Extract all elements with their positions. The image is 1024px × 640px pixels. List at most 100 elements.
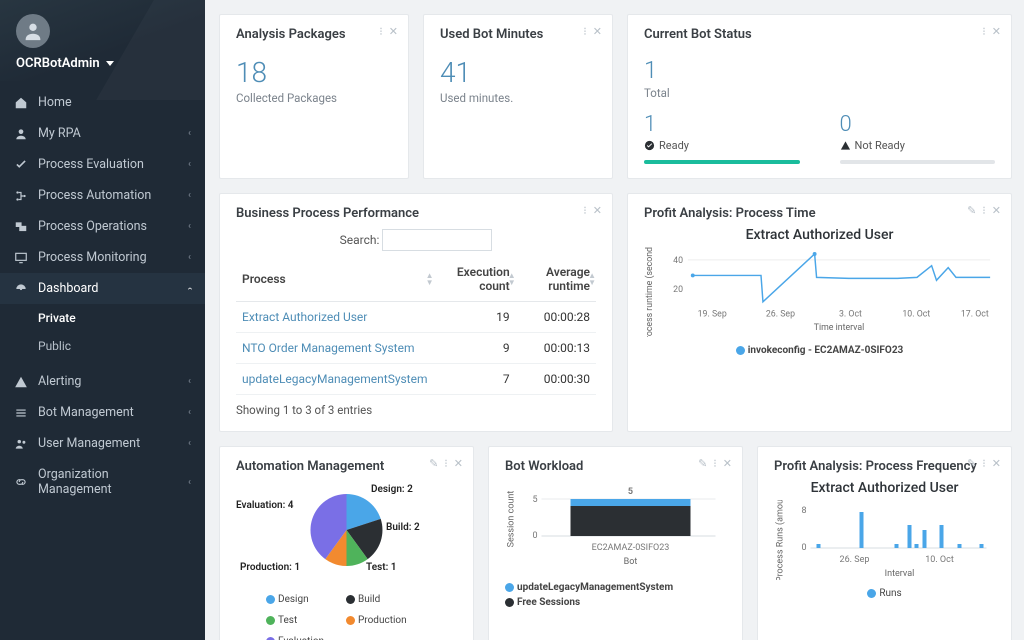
drag-icon[interactable]: ⁝: [982, 204, 986, 217]
pie-label-evaluation: Evaluation: 4: [236, 500, 294, 511]
chevron-left-icon: ‹: [188, 438, 191, 449]
user-icon: [22, 20, 44, 42]
chart-title: Extract Authorized User: [774, 480, 995, 496]
warning-icon: [840, 140, 851, 151]
svg-text:3. Oct: 3. Oct: [839, 309, 862, 319]
nav-alerting[interactable]: Alerting‹: [0, 366, 205, 397]
nav-process-operations[interactable]: Process Operations ‹: [0, 211, 205, 242]
close-icon[interactable]: ✕: [593, 25, 602, 38]
col-process[interactable]: Process▲▼: [236, 257, 434, 302]
user-menu[interactable]: OCRBotAdmin: [16, 56, 189, 71]
svg-text:Process Runs (amount): Process Runs (amount): [775, 500, 786, 580]
panel-title: Business Process Performance: [236, 206, 596, 221]
chevron-left-icon: ‹: [188, 128, 191, 139]
nav-process-automation[interactable]: Process Automation‹: [0, 180, 205, 211]
panel-bot-workload: ✎⁝✕ Bot Workload Session count 5 0 5 EC2…: [488, 446, 743, 640]
nav-label: Process Monitoring: [38, 250, 147, 265]
svg-text:19. Sep: 19. Sep: [698, 309, 727, 319]
drag-icon[interactable]: ⁝: [379, 25, 383, 38]
panel-profit-analysis-process-time: ✎⁝✕ Profit Analysis: Process Time Extrac…: [627, 193, 1012, 432]
svg-text:40: 40: [673, 256, 683, 266]
panel-title: Current Bot Status: [644, 27, 995, 42]
pie-label-test: Test: 1: [366, 562, 397, 573]
nav-organization-management[interactable]: Organization Management‹: [0, 459, 205, 505]
drag-icon[interactable]: ⁝: [982, 457, 986, 470]
svg-text:5: 5: [628, 487, 633, 497]
close-icon[interactable]: ✕: [992, 25, 1001, 38]
close-icon[interactable]: ✕: [992, 457, 1001, 470]
subnav-private[interactable]: Private: [0, 304, 205, 332]
link-icon: [14, 475, 28, 489]
wrench-icon[interactable]: ✎: [967, 204, 976, 217]
check-circle-icon: [644, 140, 655, 151]
cell-avg: 00:00:30: [516, 364, 596, 395]
panel-title: Profit Analysis: Process Time: [644, 206, 995, 221]
cell-exec: 7: [434, 364, 516, 395]
chevron-left-icon: ‹: [188, 221, 191, 232]
drag-icon[interactable]: ⁝: [713, 457, 717, 470]
chevron-left-icon: ‹: [188, 252, 191, 263]
dashboard-subnav: Private Public: [0, 304, 205, 360]
nav-user-management[interactable]: User Management‹: [0, 428, 205, 459]
sort-icon: ▲▼: [508, 272, 516, 286]
chart-legend: updateLegacyManagementSystem: [505, 582, 726, 593]
nav-my-rpa[interactable]: My RPA ‹: [0, 118, 205, 149]
panel-title: Analysis Packages: [236, 27, 392, 42]
gauge-icon: [14, 282, 28, 296]
panel-business-process-performance: ⁝✕ Business Process Performance Search: …: [219, 193, 613, 432]
users-icon: [14, 437, 28, 451]
wrench-icon[interactable]: ✎: [698, 457, 707, 470]
nav-label: Process Evaluation: [38, 157, 144, 172]
wrench-icon[interactable]: ✎: [429, 457, 438, 470]
chevron-down-icon: ‹: [184, 287, 195, 290]
col-exec-count[interactable]: Execution count▲▼: [434, 257, 516, 302]
alert-icon: [14, 375, 28, 389]
nav-label: Process Operations: [38, 219, 147, 234]
nav-process-evaluation[interactable]: Process Evaluation‹: [0, 149, 205, 180]
close-icon[interactable]: ✕: [992, 204, 1001, 217]
svg-text:10. Oct: 10. Oct: [902, 309, 930, 319]
nav-label: Bot Management: [38, 405, 134, 420]
chevron-left-icon: ‹: [188, 190, 191, 201]
process-link[interactable]: updateLegacyManagementSystem: [242, 372, 428, 386]
check-icon: [14, 158, 28, 172]
table-row: Extract Authorized User1900:00:28: [236, 302, 596, 333]
close-icon[interactable]: ✕: [723, 457, 732, 470]
process-link[interactable]: Extract Authorized User: [242, 310, 367, 324]
svg-text:26. Sep: 26. Sep: [840, 555, 870, 565]
wrench-icon[interactable]: ✎: [967, 457, 976, 470]
drag-icon[interactable]: ⁝: [583, 204, 587, 217]
drag-icon[interactable]: ⁝: [444, 457, 448, 470]
caret-down-icon: [106, 61, 114, 66]
subnav-public[interactable]: Public: [0, 332, 205, 360]
monitor-icon: [14, 251, 28, 265]
home-icon: [14, 96, 28, 110]
drag-icon[interactable]: ⁝: [583, 25, 587, 38]
search-input[interactable]: [382, 229, 492, 251]
sliders-icon: [14, 406, 28, 420]
nav: Home My RPA‹ Process Evaluation‹ Process…: [0, 87, 205, 304]
svg-text:0: 0: [801, 543, 806, 553]
close-icon[interactable]: ✕: [593, 204, 602, 217]
chart-legend: invokeconfig - EC2AMAZ-0SIFO23: [644, 345, 995, 356]
col-avg-runtime[interactable]: Average runtime▲▼: [516, 257, 596, 302]
nav-label: My RPA: [38, 126, 81, 141]
status-notready-label: Not Ready: [855, 139, 905, 152]
bpp-table: Process▲▼ Execution count▲▼ Average runt…: [236, 257, 596, 395]
sort-icon: ▲▼: [588, 272, 596, 286]
analysis-sublabel: Collected Packages: [236, 91, 392, 105]
svg-text:26. Sep: 26. Sep: [766, 309, 795, 319]
svg-text:Session count: Session count: [507, 491, 517, 548]
cell-avg: 00:00:28: [516, 302, 596, 333]
sidebar: OCRBotAdmin Home My RPA‹ Process Evaluat…: [0, 0, 205, 640]
svg-text:Interval: Interval: [885, 569, 915, 579]
cell-exec: 9: [434, 333, 516, 364]
nav-bot-management[interactable]: Bot Management‹: [0, 397, 205, 428]
close-icon[interactable]: ✕: [389, 25, 398, 38]
close-icon[interactable]: ✕: [454, 457, 463, 470]
nav-lower: Alerting‹ Bot Management‹ User Managemen…: [0, 366, 205, 505]
drag-icon[interactable]: ⁝: [982, 25, 986, 38]
process-link[interactable]: NTO Order Management System: [242, 341, 415, 355]
nav-dashboard[interactable]: Dashboard‹: [0, 273, 205, 304]
nav-process-monitoring[interactable]: Process Monitoring ‹: [0, 242, 205, 273]
